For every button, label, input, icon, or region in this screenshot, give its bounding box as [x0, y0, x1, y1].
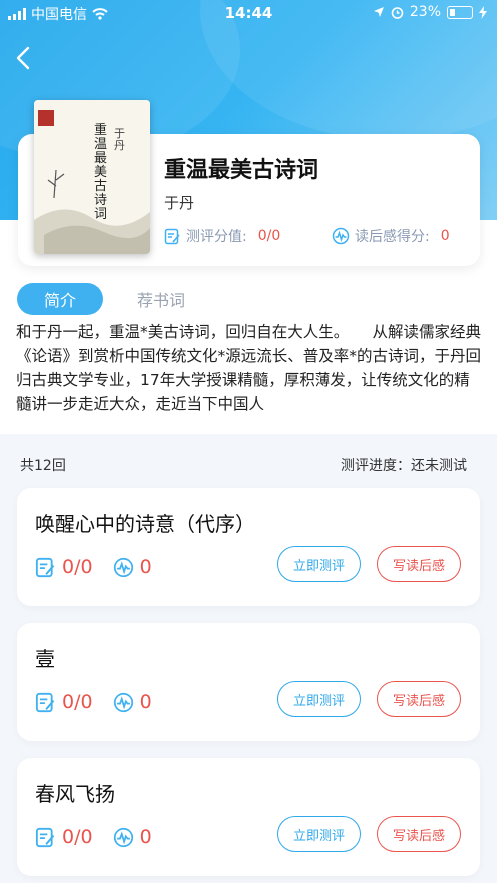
chapter-feel: 0	[139, 556, 152, 578]
battery-percent: 23%	[409, 4, 441, 20]
chevron-left-icon	[16, 46, 30, 70]
tab-intro[interactable]: 简介	[17, 283, 103, 315]
book-cover: 重温最美古诗词 于丹	[34, 100, 150, 254]
cover-author: 于丹	[114, 127, 125, 152]
chapter-count: 共12回	[20, 458, 66, 474]
write-review-button[interactable]: 写读后感	[377, 546, 461, 582]
status-bar: 中国电信 14:44 23%	[0, 0, 497, 26]
chapter-title: 唤醒心中的诗意（代序）	[35, 512, 255, 536]
location-icon	[373, 7, 384, 17]
edit-note-icon	[35, 557, 55, 577]
write-review-button[interactable]: 写读后感	[377, 816, 461, 852]
score-label: 测评分值:	[186, 229, 247, 245]
edit-note-icon	[35, 692, 55, 712]
test-now-button[interactable]: 立即测评	[277, 681, 361, 717]
chapter-score: 0/0	[62, 826, 93, 848]
chapter-feel: 0	[139, 691, 152, 713]
chapter-title: 壹	[35, 647, 55, 671]
book-author: 于丹	[164, 194, 195, 212]
chapter-title: 春风飞扬	[35, 782, 115, 806]
charging-icon	[479, 5, 487, 19]
feel-value: 0	[440, 228, 450, 244]
list-meta: 共12回 测评进度：还未测试	[0, 455, 497, 475]
chapter-feel: 0	[139, 826, 152, 848]
chapter-card[interactable]: 春风飞扬 0/0 0 立即测评 写读后感	[17, 758, 480, 876]
chapter-card[interactable]: 唤醒心中的诗意（代序） 0/0 0 立即测评 写读后感	[17, 488, 480, 606]
tab-recommend[interactable]: 荐书词	[137, 287, 185, 311]
wave-badge-icon	[113, 827, 133, 847]
book-title: 重温最美古诗词	[164, 158, 319, 183]
battery-icon	[447, 5, 473, 19]
intro-text: 和于丹一起，重温*美古诗词，回归自在大人生。 从解读儒家经典《论语》到赏析中国传…	[16, 320, 482, 416]
cover-title: 重温最美古诗词	[94, 123, 108, 222]
feel-stat: 读后感得分: 0	[332, 226, 450, 246]
chapter-score: 0/0	[62, 556, 93, 578]
tab-bar: 简介 荐书词	[17, 282, 185, 316]
test-now-button[interactable]: 立即测评	[277, 546, 361, 582]
chapter-score: 0/0	[62, 691, 93, 713]
score-value: 0/0	[257, 228, 281, 244]
test-now-button[interactable]: 立即测评	[277, 816, 361, 852]
feel-label: 读后感得分:	[355, 229, 430, 245]
score-stat: 测评分值: 0/0	[164, 226, 280, 246]
write-review-button[interactable]: 写读后感	[377, 681, 461, 717]
chapter-card[interactable]: 壹 0/0 0 立即测评 写读后感	[17, 623, 480, 741]
wave-badge-icon	[113, 692, 133, 712]
edit-note-icon	[164, 228, 180, 244]
edit-note-icon	[35, 827, 55, 847]
wave-badge-icon	[332, 227, 350, 245]
wave-badge-icon	[113, 557, 133, 577]
alarm-icon	[391, 6, 404, 19]
back-button[interactable]	[12, 44, 36, 72]
test-progress: 测评进度：还未测试	[341, 458, 467, 474]
